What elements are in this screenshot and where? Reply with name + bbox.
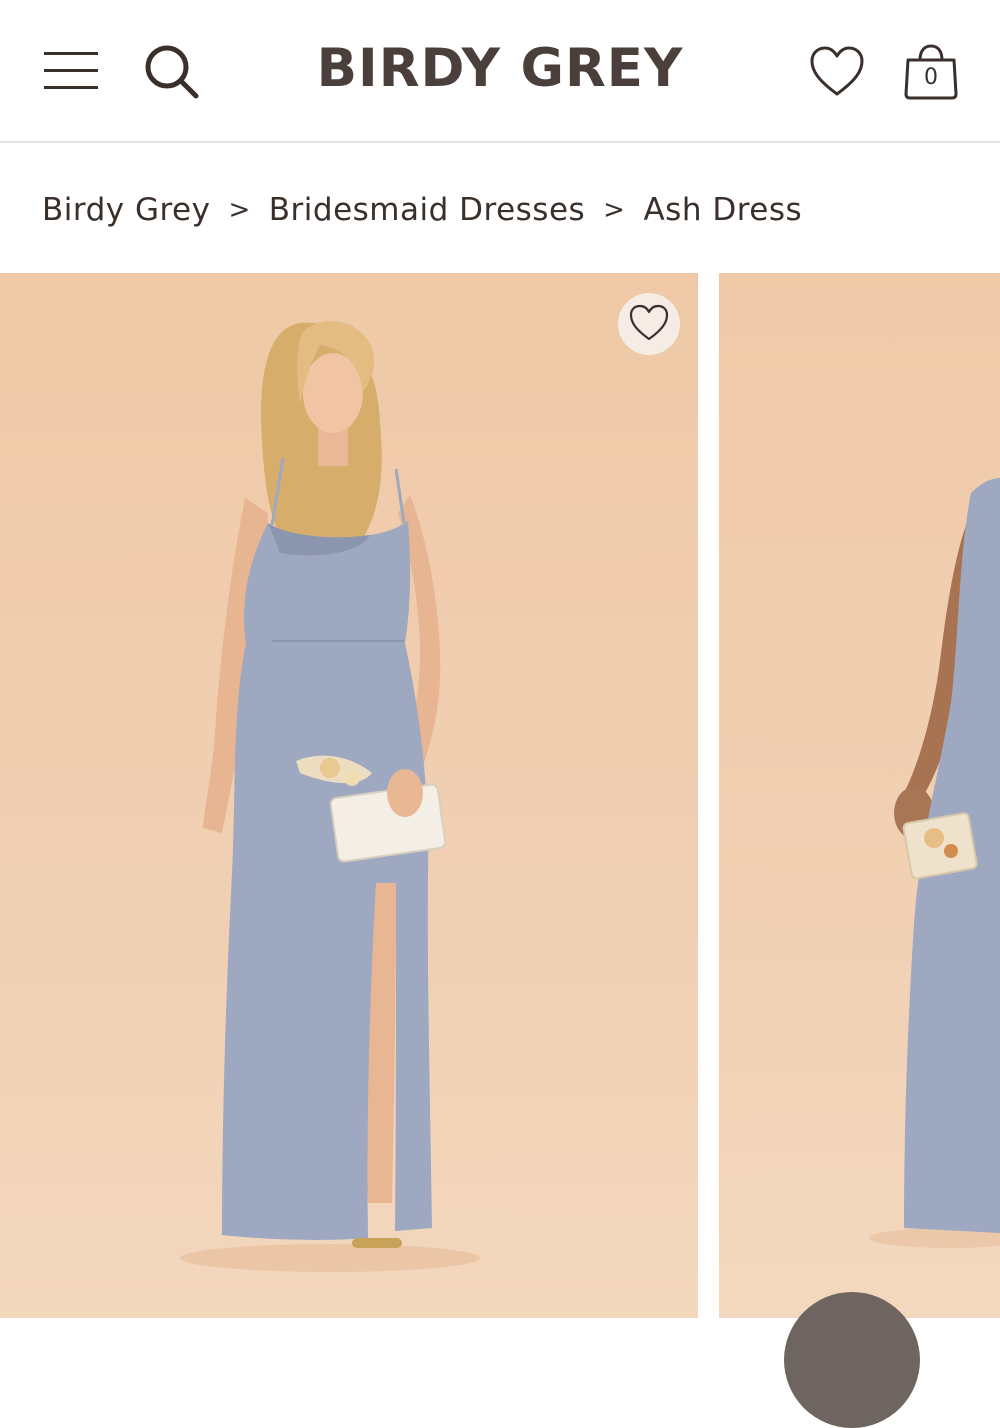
site-header: BIRDY GREY 0 bbox=[0, 0, 1000, 143]
model-front-illustration bbox=[180, 321, 480, 1272]
heart-icon[interactable] bbox=[808, 44, 866, 100]
cart-count-badge: 0 bbox=[924, 65, 938, 90]
breadcrumb-separator: > bbox=[228, 195, 251, 225]
breadcrumb-category[interactable]: Bridesmaid Dresses bbox=[269, 192, 585, 228]
product-gallery[interactable] bbox=[0, 273, 1000, 1333]
product-image-secondary[interactable] bbox=[719, 273, 1000, 1318]
search-icon[interactable] bbox=[142, 42, 202, 102]
shopping-bag-icon[interactable]: 0 bbox=[900, 40, 962, 102]
header-divider bbox=[0, 141, 1000, 143]
menu-icon[interactable] bbox=[42, 48, 100, 94]
breadcrumb-home[interactable]: Birdy Grey bbox=[42, 192, 210, 228]
breadcrumb: Birdy Grey > Bridesmaid Dresses > Ash Dr… bbox=[42, 188, 802, 232]
brand-logo[interactable]: BIRDY GREY bbox=[250, 38, 750, 99]
heart-icon bbox=[629, 304, 669, 341]
model-side-illustration bbox=[869, 478, 1000, 1248]
breadcrumb-separator: > bbox=[603, 195, 626, 225]
breadcrumb-current: Ash Dress bbox=[643, 192, 803, 228]
favorite-button[interactable] bbox=[618, 293, 680, 355]
chat-button[interactable] bbox=[784, 1292, 920, 1428]
product-image-main[interactable] bbox=[0, 273, 698, 1318]
